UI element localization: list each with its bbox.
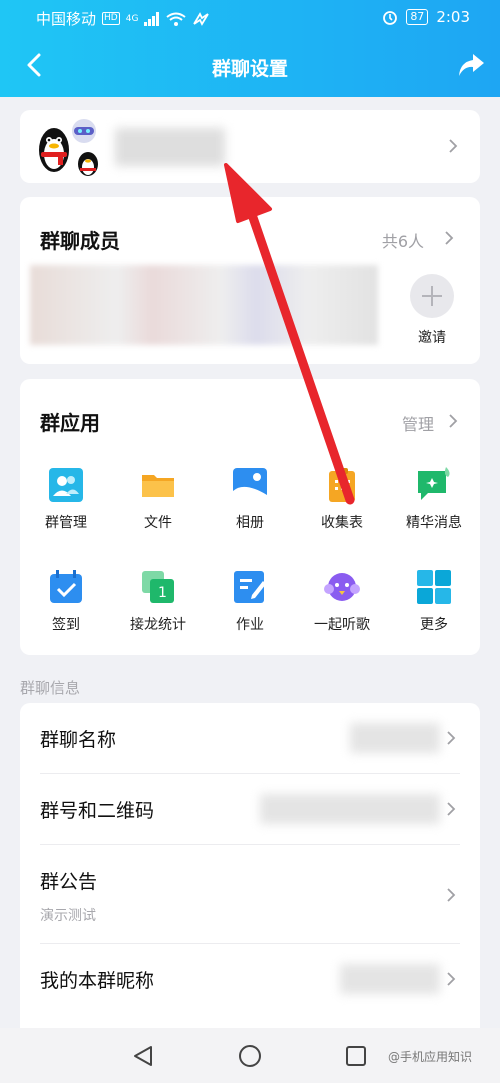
nfc-icon xyxy=(193,11,210,26)
app-album[interactable]: 相册 xyxy=(204,467,296,532)
app-checkin[interactable]: 签到 xyxy=(20,569,112,634)
nickname-value-blurred xyxy=(340,964,440,994)
app-collect-form[interactable]: 收集表 xyxy=(296,467,388,532)
group-qr-label: 群号和二维码 xyxy=(40,800,155,822)
row-group-qr[interactable]: 群号和二维码 xyxy=(20,774,480,844)
chevron-right-icon xyxy=(447,888,456,902)
carrier-text: 中国移动 xyxy=(36,10,97,28)
chevron-right-icon xyxy=(447,802,456,816)
chevron-right-icon[interactable] xyxy=(448,413,458,429)
row-group-name[interactable]: 群聊名称 xyxy=(20,703,480,773)
member-avatars-blurred xyxy=(30,265,378,345)
member-count[interactable]: 共6人 xyxy=(382,228,424,252)
info-section-label: 群聊信息 xyxy=(20,679,81,697)
apps-title: 群应用 xyxy=(40,411,100,435)
row-group-notice[interactable]: 群公告 演示测试 xyxy=(20,845,480,943)
plus-icon xyxy=(410,274,454,318)
apps-row-2: 签到 1 接龙统计 作业 一起听歌 更多 xyxy=(20,569,480,634)
relay-icon: 1 xyxy=(142,571,174,603)
clipboard-icon xyxy=(329,468,355,502)
members-card: 群聊成员 共6人 邀请 xyxy=(20,197,480,364)
signal-icon xyxy=(144,11,160,26)
network-type: 4G xyxy=(125,13,139,24)
group-manage-icon xyxy=(49,468,83,502)
group-name-blurred xyxy=(115,128,225,166)
apps-manage-link[interactable]: 管理 xyxy=(402,411,434,435)
group-info-card: 群聊名称 群号和二维码 群公告 演示测试 我的本群昵称 xyxy=(20,703,480,1033)
group-notice-label: 群公告 xyxy=(40,871,98,893)
group-number-blurred xyxy=(260,794,440,824)
group-notice-value: 演示测试 xyxy=(40,908,96,924)
my-nickname-label: 我的本群昵称 xyxy=(40,970,155,992)
page-title: 群聊设置 xyxy=(211,58,288,80)
group-apps-card: 群应用 管理 群管理 文件 相册 收集表 精华消息 签到 1 接龙统计 作业 一… xyxy=(20,379,480,655)
invite-button[interactable]: 邀请 xyxy=(409,273,455,346)
share-icon[interactable] xyxy=(456,50,486,80)
apps-row-1: 群管理 文件 相册 收集表 精华消息 xyxy=(20,467,480,532)
wifi-icon xyxy=(166,12,187,26)
nav-home-icon[interactable] xyxy=(238,1044,262,1068)
edit-document-icon xyxy=(234,571,266,603)
app-group-manage[interactable]: 群管理 xyxy=(20,467,112,532)
grid-icon xyxy=(417,570,451,604)
chevron-right-icon[interactable] xyxy=(444,230,454,246)
app-relay-stats[interactable]: 1 接龙统计 xyxy=(112,569,204,634)
navbar: 群聊设置 xyxy=(0,34,500,97)
app-more[interactable]: 更多 xyxy=(388,569,480,634)
hd-badge: HD xyxy=(102,12,120,25)
calendar-check-icon xyxy=(50,570,82,603)
nav-back-icon[interactable] xyxy=(131,1044,155,1068)
music-bird-icon xyxy=(324,573,360,601)
app-listen-together[interactable]: 一起听歌 xyxy=(296,569,388,634)
system-nav-bar: @手机应用知识 xyxy=(0,1028,500,1083)
group-avatar xyxy=(39,119,98,176)
photo-album-icon xyxy=(233,468,267,502)
chevron-right-icon xyxy=(449,139,458,153)
clock-text: 2:03 xyxy=(436,8,470,26)
status-bar: 中国移动 HD 4G 87 2:03 xyxy=(0,0,500,34)
group-name-label: 群聊名称 xyxy=(40,729,117,751)
header: 中国移动 HD 4G 87 2:03 群聊设置 xyxy=(0,0,500,97)
svg-text:1: 1 xyxy=(158,585,167,601)
group-profile-card[interactable] xyxy=(20,110,480,183)
watermark: @手机应用知识 xyxy=(388,1050,473,1064)
folder-icon xyxy=(142,475,174,497)
alarm-icon xyxy=(383,11,398,25)
chevron-right-icon xyxy=(447,972,456,986)
members-title: 群聊成员 xyxy=(40,229,120,253)
invite-label: 邀请 xyxy=(418,330,446,346)
chevron-right-icon xyxy=(447,731,456,745)
app-files[interactable]: 文件 xyxy=(112,467,204,532)
app-highlights[interactable]: 精华消息 xyxy=(388,467,480,532)
row-my-nickname[interactable]: 我的本群昵称 xyxy=(20,944,480,1014)
group-name-value-blurred xyxy=(350,723,440,753)
highlight-message-icon xyxy=(418,467,450,500)
battery-icon: 87 xyxy=(406,9,429,25)
nav-recents-icon[interactable] xyxy=(344,1044,368,1068)
app-homework[interactable]: 作业 xyxy=(204,569,296,634)
